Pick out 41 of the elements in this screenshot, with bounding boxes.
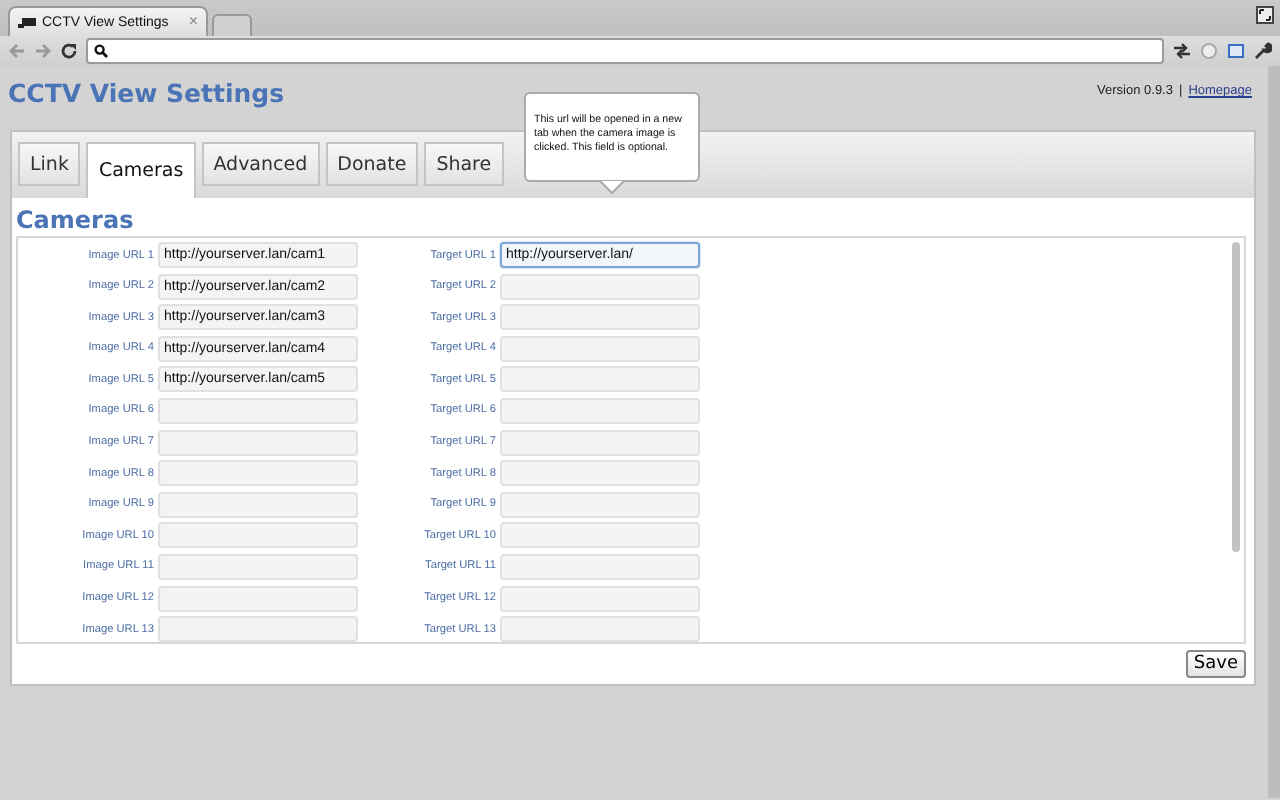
input-field[interactable] xyxy=(500,429,700,456)
wrench-icon[interactable] xyxy=(1254,42,1272,60)
input-field[interactable] xyxy=(500,460,700,487)
page-title: CCTV View Settings xyxy=(8,78,285,108)
input-field[interactable] xyxy=(500,335,700,362)
input-field[interactable] xyxy=(500,553,700,580)
fullscreen-icon[interactable] xyxy=(1256,6,1274,24)
input-field[interactable] xyxy=(500,585,700,612)
input-field[interactable] xyxy=(158,553,358,580)
arrows-icon[interactable] xyxy=(1172,42,1192,60)
reload-icon[interactable] xyxy=(60,42,78,60)
settings-tab[interactable]: Link xyxy=(18,142,81,186)
back-icon[interactable] xyxy=(8,42,26,60)
input-field[interactable] xyxy=(500,397,700,424)
input-field[interactable] xyxy=(500,304,700,331)
section-title: Cameras xyxy=(16,206,136,234)
input-field[interactable] xyxy=(158,429,358,456)
input-field[interactable] xyxy=(158,460,358,487)
settings-tab[interactable]: Advanced xyxy=(201,142,320,186)
input-field[interactable] xyxy=(500,491,700,518)
frame-icon[interactable] xyxy=(1226,42,1246,60)
input-field[interactable] xyxy=(500,366,700,393)
camera-icon xyxy=(18,16,36,28)
input-field[interactable] xyxy=(500,522,700,549)
forward-icon[interactable] xyxy=(34,42,52,60)
settings-tab[interactable]: Donate xyxy=(325,142,419,186)
input-field[interactable] xyxy=(500,616,700,642)
input-field[interactable] xyxy=(158,616,358,642)
circle-icon[interactable] xyxy=(1200,42,1218,60)
tooltip-pointer xyxy=(600,180,624,194)
scrollbar[interactable] xyxy=(1232,242,1240,552)
save-button[interactable]: Save xyxy=(1185,650,1246,678)
input-field[interactable] xyxy=(158,397,358,424)
settings-tab[interactable]: Share xyxy=(424,142,504,186)
input-field[interactable] xyxy=(158,491,358,518)
settings-tab[interactable]: Cameras xyxy=(86,142,196,198)
input-field[interactable] xyxy=(500,273,700,300)
input-field[interactable] xyxy=(158,522,358,549)
search-icon xyxy=(94,44,108,58)
new-tab-button[interactable] xyxy=(212,14,252,36)
input-field[interactable] xyxy=(158,585,358,612)
